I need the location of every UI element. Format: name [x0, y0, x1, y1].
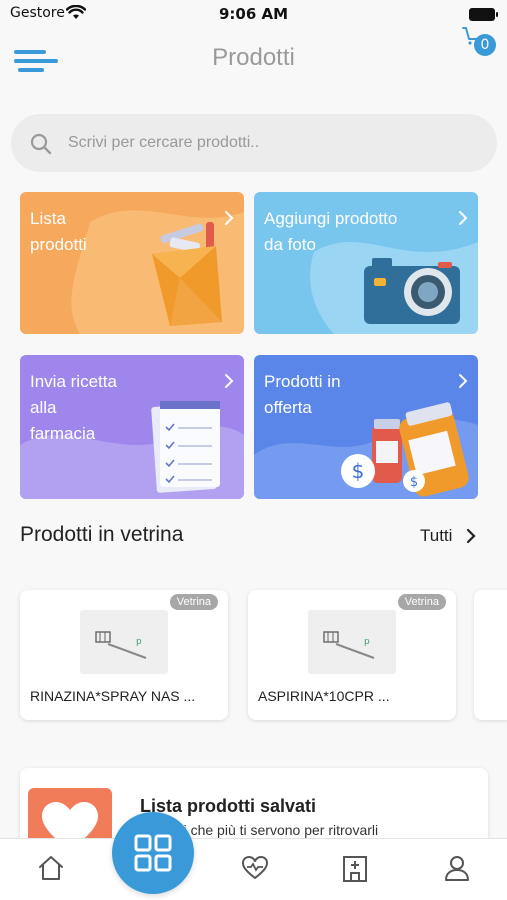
status-bar: Gestore 9:06 AM — [0, 0, 507, 30]
chevron-right-icon — [459, 374, 468, 388]
card-product-list[interactable]: Lista prodotti — [20, 192, 244, 334]
showcase-badge: Vetrina — [397, 594, 446, 610]
product-name: RINAZINA*SPRAY NAS ... — [30, 688, 196, 704]
checklist-icon — [151, 401, 220, 493]
cart-button[interactable]: 0 — [462, 26, 500, 58]
search-icon — [30, 133, 52, 155]
svg-text:$: $ — [352, 459, 365, 483]
battery-icon — [469, 8, 498, 21]
chevron-right-icon — [225, 374, 234, 388]
svg-text:p: p — [364, 637, 370, 647]
showcase-badge: Vetrina — [169, 594, 218, 610]
clock: 9:06 AM — [218, 5, 289, 23]
tab-bar — [0, 838, 507, 900]
product-image: p — [80, 610, 168, 674]
chevron-right-icon — [225, 211, 234, 225]
product-card[interactable]: Vetrina p ASPIRINA*10CPR ... — [248, 590, 456, 720]
card-add-from-photo[interactable]: Aggiungi prodotto da foto — [254, 192, 478, 334]
product-placeholder-icon: p — [323, 631, 375, 659]
product-card-peek[interactable] — [474, 590, 507, 720]
card-label: Aggiungi prodotto da foto — [264, 209, 398, 254]
card-label: Lista prodotti — [30, 209, 87, 254]
home-icon[interactable] — [36, 853, 66, 883]
svg-text:p: p — [136, 637, 142, 647]
chevron-right-icon[interactable] — [466, 528, 476, 544]
card-label: Prodotti in offerta — [264, 372, 341, 417]
grid-icon — [134, 834, 172, 872]
camera-icon — [364, 258, 460, 324]
card-label: Invia ricetta alla farmacia — [30, 372, 117, 443]
user-icon[interactable] — [442, 853, 472, 883]
pharmacy-icon[interactable] — [340, 853, 370, 883]
product-card[interactable]: Vetrina p RINAZINA*SPRAY NAS ... — [20, 590, 228, 720]
product-image: p — [308, 610, 396, 674]
heart-pulse-icon[interactable] — [240, 853, 270, 883]
showcase-title: Prodotti in vetrina — [20, 523, 184, 546]
card-offers[interactable]: $ $ Prodotti in offerta — [254, 355, 478, 499]
svg-text:$: $ — [410, 475, 418, 490]
see-all-link[interactable]: Tutti — [420, 526, 452, 546]
product-placeholder-icon: p — [95, 631, 147, 659]
grid-menu-button[interactable] — [112, 812, 194, 894]
cart-count-badge: 0 — [474, 34, 496, 56]
card-send-prescription[interactable]: Invia ricetta alla farmacia — [20, 355, 244, 499]
page-title: Prodotti — [212, 44, 295, 71]
product-name: ASPIRINA*10CPR ... — [258, 688, 390, 704]
chevron-right-icon — [459, 211, 468, 225]
search-input[interactable] — [68, 128, 468, 158]
